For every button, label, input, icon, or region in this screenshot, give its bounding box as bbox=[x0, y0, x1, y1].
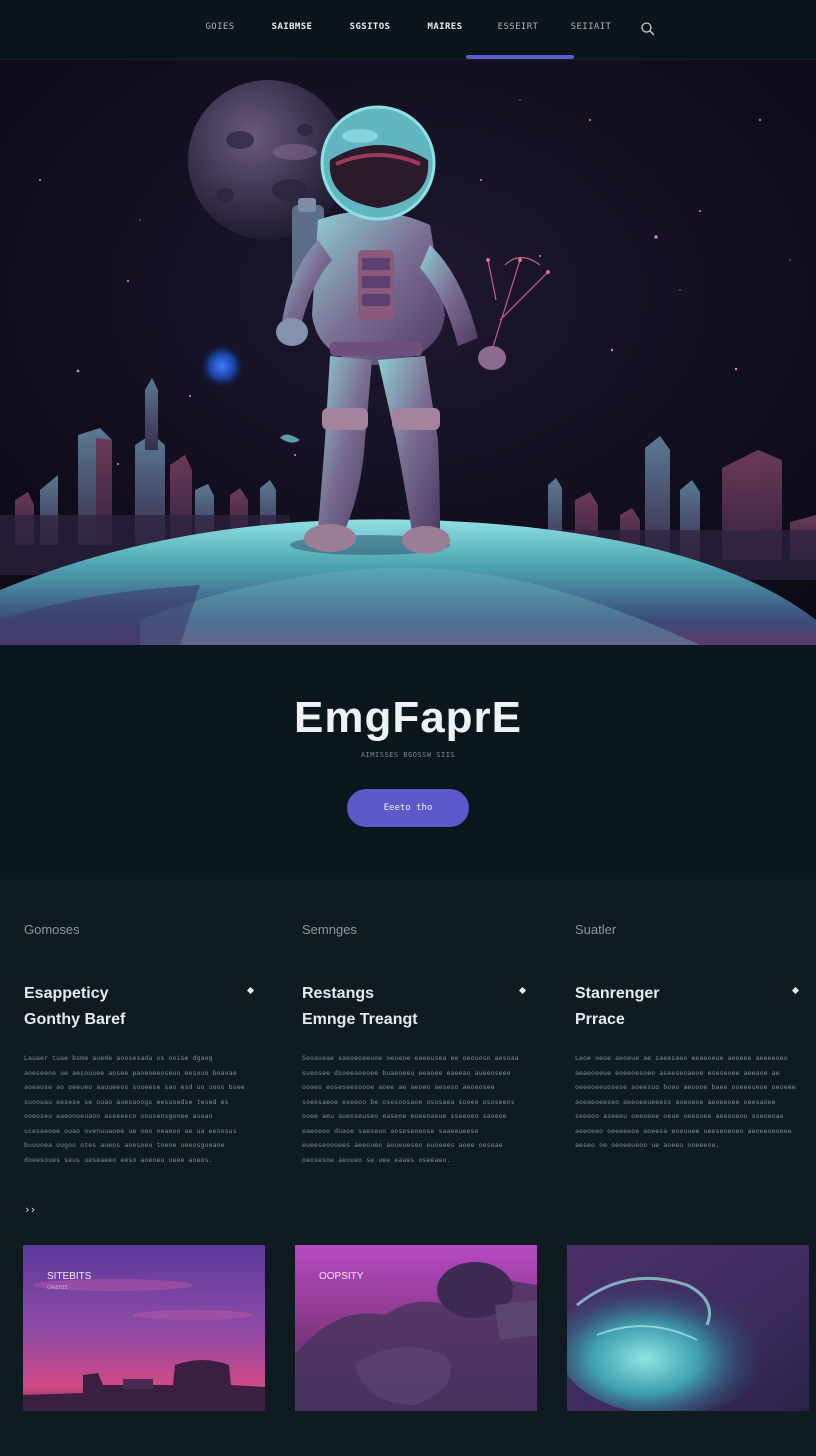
feature-title: Esappeticy Gonthy Baref bbox=[24, 981, 234, 1033]
card-label: SITEBITS bbox=[47, 1271, 92, 1282]
nav-active-underline bbox=[466, 55, 574, 59]
nav-item-1[interactable]: GOIES bbox=[200, 22, 240, 38]
feature-title-line1: Stanrenger bbox=[575, 985, 660, 1002]
card-label: OOPSITY bbox=[319, 1271, 364, 1282]
feature-category: Semnges bbox=[302, 922, 357, 937]
hero-subtitle: AIMISSES BGOSSW SIIS bbox=[360, 751, 456, 759]
top-nav: GOIES SAIBMSE SGSITOS MAIRES ESSEIRT SEI… bbox=[0, 0, 816, 60]
feature-category: Suatler bbox=[575, 922, 617, 937]
feature-body: Seoaueae saeoeoeeuoe oeoeoe eaeeusea ee … bbox=[302, 1054, 519, 1164]
feature-title-line1: Restangs bbox=[302, 985, 375, 1002]
feature-category: Gomoses bbox=[24, 922, 80, 937]
search-icon[interactable] bbox=[640, 21, 656, 37]
cta-button[interactable]: Eeeto tho bbox=[347, 789, 469, 827]
feature-title-line2: Gonthy Baref bbox=[24, 1011, 126, 1028]
features-section: Gomoses Esappeticy Gonthy Baref Lauaer t… bbox=[0, 873, 816, 1456]
hero-image bbox=[0, 60, 816, 645]
nav-item-4[interactable]: MAIRES bbox=[421, 22, 469, 38]
nav-items: GOIES SAIBMSE SGSITOS MAIRES ESSEIRT SEI… bbox=[0, 0, 816, 60]
feature-title-line2: Emnge Treangt bbox=[302, 1011, 418, 1028]
nav-item-2[interactable]: SAIBMSE bbox=[266, 22, 318, 38]
feature-title: Stanrenger Prrace bbox=[575, 981, 785, 1033]
hero-title-section: EmgFaprE AIMISSES BGOSSW SIIS Eeeto tho bbox=[0, 645, 816, 873]
image-card-2[interactable]: OOPSITY bbox=[295, 1245, 537, 1411]
nav-item-6[interactable]: SEIIAIT bbox=[568, 22, 614, 38]
diamond-icon bbox=[791, 986, 800, 995]
feature-body: Lauaer tuae bsme auede aoosesada os oois… bbox=[24, 1054, 245, 1164]
hero-title: EmgFaprE bbox=[293, 693, 523, 742]
feature-title: Restangs Emnge Treangt bbox=[302, 981, 512, 1033]
diamond-icon bbox=[518, 986, 527, 995]
feature-body: Leoe oeoe aeoeue ae saeesaeo eeaeoeue ae… bbox=[575, 1054, 796, 1149]
diamond-icon bbox=[246, 986, 255, 995]
image-card-1[interactable]: SITEBITS CAGEOIE bbox=[23, 1245, 265, 1411]
card-sublabel: CAGEOIE bbox=[47, 1285, 69, 1291]
feature-title-line2: Prrace bbox=[575, 1011, 625, 1028]
nav-item-3[interactable]: SGSITOS bbox=[344, 22, 396, 38]
more-arrows-link[interactable]: ›› bbox=[24, 1203, 36, 1216]
feature-title-line1: Esappeticy bbox=[24, 985, 109, 1002]
nav-item-5-active[interactable]: ESSEIRT bbox=[490, 22, 546, 38]
image-card-3[interactable] bbox=[567, 1245, 809, 1411]
